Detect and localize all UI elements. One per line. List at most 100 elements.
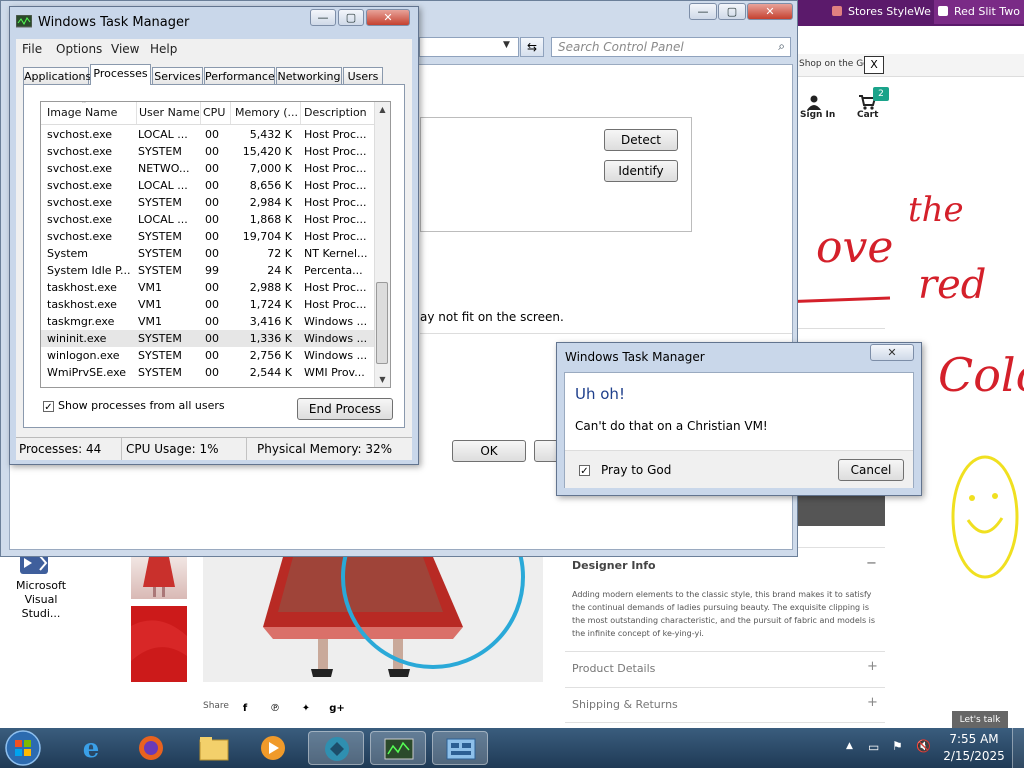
file-explorer-icon[interactable]: [186, 731, 242, 765]
column-header-cpu[interactable]: CPU: [200, 102, 233, 124]
identify-button[interactable]: Identify: [604, 160, 678, 182]
network-icon[interactable]: ▭: [868, 740, 879, 754]
expand-icon[interactable]: +: [867, 695, 878, 710]
table-row[interactable]: svchost.exe LOCAL ... 00 1,868 K Host Proc..…: [41, 211, 374, 228]
product-thumbnail[interactable]: [131, 557, 187, 599]
cell-cpu: 00: [205, 162, 219, 175]
designer-info-title[interactable]: Designer Info: [572, 559, 656, 572]
tab-services[interactable]: Services: [152, 67, 203, 84]
cart-label[interactable]: Cart: [857, 110, 878, 120]
table-row[interactable]: svchost.exe SYSTEM 00 2,984 K Host Proc...: [41, 194, 374, 211]
clock-time[interactable]: 7:55 AM: [942, 732, 1006, 746]
table-row[interactable]: svchost.exe SYSTEM 00 19,704 K Host Proc...: [41, 228, 374, 245]
tab-performance[interactable]: Performance: [204, 67, 275, 84]
cell-cpu: 00: [205, 179, 219, 192]
scroll-thumb[interactable]: [376, 282, 388, 364]
desktop-icon-label[interactable]: Microsoft Visual Studi...: [4, 579, 78, 621]
chevron-down-icon[interactable]: ▼: [503, 40, 510, 50]
column-header-memory[interactable]: Memory (...: [230, 102, 301, 124]
volume-muted-icon[interactable]: 🔇: [916, 739, 931, 753]
start-button[interactable]: [3, 729, 43, 767]
action-center-flag-icon[interactable]: ⚑: [892, 739, 903, 753]
table-row[interactable]: svchost.exe SYSTEM 00 15,420 K Host Proc...: [41, 143, 374, 160]
menu-file[interactable]: File: [22, 42, 42, 56]
cell-mem: 8,656 K: [249, 179, 292, 192]
detect-button[interactable]: Detect: [604, 129, 678, 151]
maximize-button[interactable]: ▢: [338, 9, 364, 26]
user-icon[interactable]: [806, 94, 822, 110]
show-desktop-button[interactable]: [1012, 728, 1024, 768]
ok-button[interactable]: OK: [452, 440, 526, 462]
show-all-processes-checkbox[interactable]: ✓: [43, 401, 54, 413]
pinterest-icon[interactable]: ℗: [266, 700, 284, 718]
internet-explorer-icon[interactable]: e: [63, 731, 119, 765]
expand-icon[interactable]: +: [867, 659, 878, 674]
table-row[interactable]: svchost.exe LOCAL ... 00 5,432 K Host Proc..…: [41, 126, 374, 143]
process-list[interactable]: Image Name ⌃ User Name CPU Memory (... D…: [40, 101, 391, 388]
pray-to-god-label[interactable]: Pray to God: [601, 463, 671, 477]
end-process-button[interactable]: End Process: [297, 398, 393, 420]
show-all-processes-label[interactable]: Show processes from all users: [58, 399, 225, 412]
scroll-down-icon[interactable]: ▼: [375, 372, 390, 387]
table-row[interactable]: wininit.exe SYSTEM 00 1,336 K Windows ...: [41, 330, 374, 347]
column-header-user-name[interactable]: User Name: [136, 102, 199, 124]
google-plus-icon[interactable]: g+: [328, 700, 346, 718]
browser-tab-red-slit[interactable]: Red Slit Two Pie: [934, 0, 1024, 24]
media-player-icon[interactable]: [245, 731, 301, 765]
table-row[interactable]: System SYSTEM 00 72 K NT Kernel...: [41, 245, 374, 262]
product-thumbnail-fabric[interactable]: [131, 606, 187, 682]
column-header-image-name[interactable]: Image Name: [47, 102, 129, 124]
table-row[interactable]: taskhost.exe VM1 00 2,988 K Host Proc...: [41, 279, 374, 296]
tab-processes[interactable]: Processes: [90, 64, 151, 85]
minimize-button[interactable]: —: [689, 3, 717, 20]
task-manager-panel: Applications Processes Services Performa…: [16, 59, 412, 437]
notice-close-button[interactable]: X: [864, 56, 884, 74]
column-header-description[interactable]: Description: [300, 102, 374, 124]
refresh-icon[interactable]: ⇆: [520, 37, 544, 57]
facebook-icon[interactable]: f: [236, 700, 254, 718]
product-details-title[interactable]: Product Details: [572, 662, 655, 675]
scroll-up-icon[interactable]: ▲: [375, 102, 390, 117]
cell-user: SYSTEM: [138, 145, 182, 158]
shipping-returns-title[interactable]: Shipping & Returns: [572, 698, 678, 711]
cell-desc: Host Proc...: [304, 128, 367, 141]
control-panel-taskbar-icon[interactable]: [432, 731, 488, 765]
chat-lets-talk-button[interactable]: Let's talk: [952, 711, 1008, 729]
visual-studio-taskbar-icon[interactable]: [308, 731, 364, 765]
menu-view[interactable]: View: [111, 42, 139, 56]
twitter-icon[interactable]: ✦: [297, 700, 315, 718]
search-icon[interactable]: ⌕: [778, 39, 785, 54]
browser-tab-stores[interactable]: Stores StyleWe Cou: [828, 0, 950, 24]
show-hidden-icons-icon[interactable]: ▲: [846, 741, 853, 751]
table-row[interactable]: winlogon.exe SYSTEM 00 2,756 K Windows ...: [41, 347, 374, 364]
table-row[interactable]: taskhost.exe VM1 00 1,724 K Host Proc...: [41, 296, 374, 313]
tab-applications[interactable]: Applications: [23, 67, 91, 84]
product-main-image[interactable]: [203, 557, 543, 682]
dialog-close-button[interactable]: ✕: [870, 344, 914, 361]
table-row[interactable]: WmiPrvSE.exe SYSTEM 00 2,544 K WMI Prov...: [41, 364, 374, 381]
task-manager-dialog: Windows Task Manager ✕ Uh oh! Can't do t…: [556, 342, 922, 496]
table-row[interactable]: svchost.exe NETWO... 00 7,000 K Host Proc...: [41, 160, 374, 177]
cell-desc: Host Proc...: [304, 213, 367, 226]
maximize-button[interactable]: ▢: [718, 3, 746, 20]
vertical-scrollbar[interactable]: ▲ ▼: [374, 102, 390, 387]
menu-options[interactable]: Options: [56, 42, 102, 56]
firefox-icon[interactable]: [123, 731, 179, 765]
cell-desc: Host Proc...: [304, 162, 367, 175]
table-row[interactable]: taskmgr.exe VM1 00 3,416 K Windows ...: [41, 313, 374, 330]
clock-date[interactable]: 2/15/2025: [942, 749, 1006, 763]
table-row[interactable]: svchost.exe LOCAL ... 00 8,656 K Host Proc..…: [41, 177, 374, 194]
search-input[interactable]: Search Control Panel ⌕: [551, 37, 791, 57]
menu-help[interactable]: Help: [150, 42, 177, 56]
dialog-cancel-button[interactable]: Cancel: [838, 459, 904, 481]
tab-networking[interactable]: Networking: [276, 67, 342, 84]
signin-label[interactable]: Sign In: [800, 110, 835, 120]
task-manager-taskbar-icon[interactable]: [370, 731, 426, 765]
cell-mem: 2,544 K: [249, 366, 292, 379]
tab-users[interactable]: Users: [343, 67, 383, 84]
table-row[interactable]: System Idle P... SYSTEM 99 24 K Percenta...: [41, 262, 374, 279]
close-button[interactable]: ✕: [747, 3, 793, 20]
minimize-button[interactable]: —: [310, 9, 336, 26]
pray-to-god-checkbox[interactable]: ✓: [579, 465, 590, 477]
close-button[interactable]: ✕: [366, 9, 410, 26]
